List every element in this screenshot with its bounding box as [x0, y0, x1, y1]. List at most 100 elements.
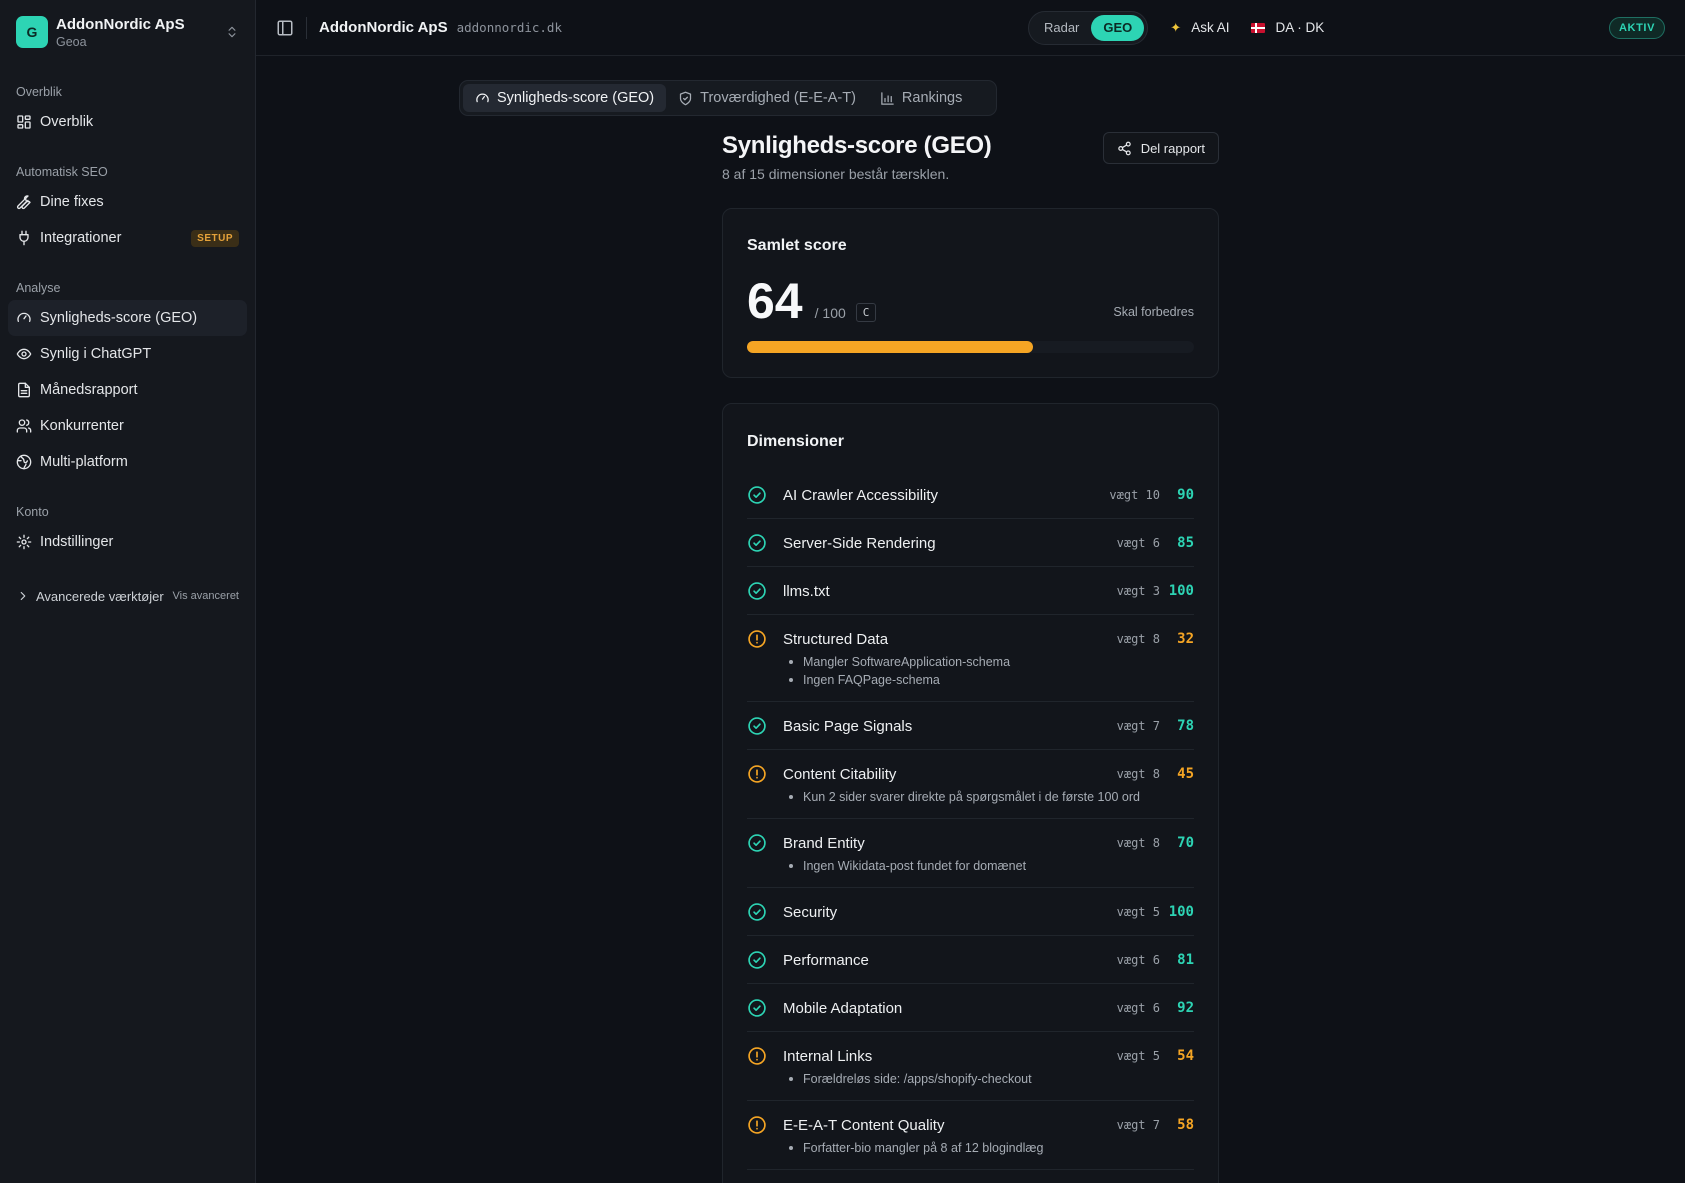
share-report-label: Del rapport — [1140, 140, 1205, 156]
dimension-row[interactable]: Performance vægt 6 81 — [747, 936, 1194, 984]
dimension-note: Forfatter-bio mangler på 8 af 12 blogind… — [789, 1139, 1194, 1157]
dimension-row[interactable]: Basic Page Signals vægt 7 78 — [747, 702, 1194, 750]
org-logo: G — [16, 16, 48, 48]
mode-radar[interactable]: Radar — [1032, 15, 1091, 41]
dimension-name: Internal Links — [783, 1047, 873, 1065]
nav-heading: Automatisk SEO — [16, 165, 108, 179]
locale-button[interactable]: DA · DK — [1251, 20, 1324, 35]
report-tabs: Synligheds-score (GEO) Troværdighed (E-E… — [459, 80, 997, 116]
sidebar-item-label: Integrationer — [40, 230, 122, 246]
weight-value: 5 — [1152, 1049, 1160, 1063]
dimension-score: 85 — [1177, 535, 1194, 551]
dimension-name: Server-Side Rendering — [783, 534, 936, 552]
sidebar-item-synligheds-score[interactable]: Synligheds-score (GEO) — [8, 300, 247, 336]
sidebar-item-overblik[interactable]: Overblik — [8, 104, 247, 140]
org-subtitle: Geoa — [56, 34, 87, 49]
weight-prefix: vægt — [1116, 836, 1146, 850]
topbar: AddonNordic ApS addonnordic.dk Radar GEO… — [256, 0, 1685, 56]
mode-geo[interactable]: GEO — [1091, 14, 1145, 41]
dimension-row[interactable]: AI Crawler Accessibility vægt 10 90 — [747, 471, 1194, 519]
total-score-card: Samlet score 64 / 100 C Skal forbedres — [722, 208, 1219, 378]
sidebar-item-label: Multi-platform — [40, 454, 128, 470]
dimension-name: Basic Page Signals — [783, 717, 913, 735]
tab-trovaerdighed[interactable]: Troværdighed (E-E-A-T) — [666, 84, 868, 112]
weight-prefix: vægt — [1116, 1001, 1146, 1015]
show-advanced-link[interactable]: Vis avanceret — [173, 590, 239, 602]
score-progress-bar — [747, 341, 1194, 353]
sidebar-item-multi-platform[interactable]: Multi-platform — [8, 444, 247, 480]
sidebar-item-synlig-i-chatgpt[interactable]: Synlig i ChatGPT — [8, 336, 247, 372]
check-circle-icon — [747, 950, 767, 970]
score-status: Skal forbedres — [1113, 305, 1194, 319]
dimension-row[interactable]: E-E-A-T Content Quality vægt 7 58 Forfatter… — [747, 1101, 1194, 1170]
dimension-row[interactable]: Server-Side Rendering vægt 6 85 — [747, 519, 1194, 567]
weight-prefix: vægt — [1116, 953, 1146, 967]
dimension-notes: Forældreløs side: /apps/shopify-checkout — [789, 1070, 1194, 1088]
advanced-tools-toggle[interactable]: Avancerede værktøjer Vis avanceret — [0, 580, 255, 612]
sidebar-item-indstillinger[interactable]: Indstillinger — [8, 524, 247, 560]
bar-chart-icon — [881, 91, 894, 105]
grade-badge: C — [855, 303, 877, 322]
weight-prefix: vægt — [1116, 1049, 1146, 1063]
dimension-row[interactable]: Platform Optimizationvægt 740 — [747, 1170, 1194, 1183]
tab-synligheds-score[interactable]: Synligheds-score (GEO) — [463, 84, 667, 112]
weight-value: 7 — [1152, 1118, 1160, 1132]
dimension-weight: vægt 7 — [1117, 1118, 1160, 1132]
shield-check-icon — [680, 91, 692, 105]
org-switcher[interactable]: G AddonNordic ApS Geoa — [0, 0, 255, 64]
dimension-row[interactable]: Brand Entity vægt 8 70 Ingen Wikidata-post … — [747, 819, 1194, 888]
mode-toggle: Radar GEO — [1027, 10, 1149, 45]
share-icon — [1117, 141, 1131, 155]
dimensions-card: Dimensioner AI Crawler Accessibility vægt… — [722, 403, 1219, 1183]
check-circle-icon — [747, 998, 767, 1018]
sidebar-item-label: Indstillinger — [40, 534, 114, 550]
dimension-row[interactable]: Security vægt 5 100 — [747, 888, 1194, 936]
score-row: 64 / 100 C Skal forbedres — [747, 275, 1194, 327]
dimension-note: Ingen Wikidata-post fundet for domænet — [789, 857, 1194, 875]
nav-heading: Analyse — [16, 281, 61, 295]
dimension-name: Brand Entity — [783, 834, 865, 852]
sparkle-icon: ✦ — [1170, 19, 1182, 35]
sidebar-item-dine-fixes[interactable]: Dine fixes — [8, 184, 247, 220]
score-max: / 100 — [814, 305, 846, 321]
sidebar-item-konkurrenter[interactable]: Konkurrenter — [8, 408, 247, 444]
dimension-notes: Mangler SoftwareApplication-schema Ingen … — [789, 653, 1194, 689]
share-report-button[interactable]: Del rapport — [1102, 132, 1219, 164]
score-progress-fill — [747, 341, 1034, 353]
tab-rankings[interactable]: Rankings — [868, 84, 974, 112]
weight-prefix: vægt — [1116, 584, 1146, 598]
dimension-notes: Forfatter-bio mangler på 8 af 12 blogind… — [789, 1139, 1194, 1157]
dimension-note: Ingen FAQPage-schema — [789, 671, 1194, 689]
weight-value: 5 — [1152, 905, 1160, 919]
page-header: Synligheds-score (GEO) 8 af 15 dimension… — [722, 132, 1219, 182]
page-subtitle: 8 af 15 dimensioner består tærsklen. — [722, 166, 950, 182]
sidebar-toggle-icon[interactable] — [276, 19, 294, 37]
dimension-score: 78 — [1177, 718, 1194, 734]
dimension-row[interactable]: Internal Links vægt 5 54 Forældreløs side: … — [747, 1032, 1194, 1101]
alert-circle-icon — [747, 1046, 767, 1066]
plug-icon — [19, 230, 29, 246]
sidebar-item-label: Overblik — [40, 114, 94, 130]
dimension-score: 90 — [1177, 487, 1194, 503]
sidebar-item-label: Synlig i ChatGPT — [40, 346, 152, 362]
nav-section-analyse: Analyse Synligheds-score (GEO) Synlig i … — [0, 276, 255, 480]
sidebar-item-maanedsrapport[interactable]: Månedsrapport — [8, 372, 247, 408]
nav-section-overblik: Overblik Overblik — [0, 80, 255, 140]
weight-value: 8 — [1152, 836, 1160, 850]
score-card-title: Samlet score — [747, 237, 847, 254]
dimension-note: Kun 2 sider svarer direkte på spørgsmåle… — [789, 788, 1194, 806]
weight-prefix: vægt — [1116, 905, 1146, 919]
dimension-weight: vægt 8 — [1117, 836, 1160, 850]
dimension-row[interactable]: Structured Data vægt 8 32 Mangler SoftwareA… — [747, 615, 1194, 702]
gear-icon — [16, 534, 32, 550]
globe-icon — [16, 454, 32, 470]
dimension-row[interactable]: Content Citability vægt 8 45 Kun 2 sider sv… — [747, 750, 1194, 819]
dimension-notes: Kun 2 sider svarer direkte på spørgsmåle… — [789, 788, 1194, 806]
sidebar-item-integrationer[interactable]: Integrationer SETUP — [8, 220, 247, 256]
ask-ai-button[interactable]: ✦ Ask AI — [1170, 20, 1229, 36]
alert-circle-icon — [747, 1115, 767, 1135]
topbar-divider — [306, 16, 307, 39]
dimension-weight: vægt 5 — [1117, 905, 1160, 919]
dimension-row[interactable]: Mobile Adaptation vægt 6 92 — [747, 984, 1194, 1032]
dimension-row[interactable]: llms.txt vægt 3 100 — [747, 567, 1194, 615]
